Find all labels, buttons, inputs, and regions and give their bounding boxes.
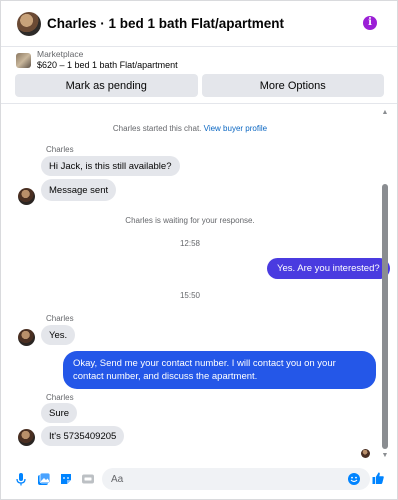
chat-started-notice: Charles started this chat. View buyer pr…: [1, 124, 379, 133]
scrollbar-thumb[interactable]: [382, 184, 388, 449]
message-bubble-incoming[interactable]: Sure: [41, 403, 78, 423]
chat-header: Charles · 1 bed 1 bath Flat/apartment i: [1, 1, 397, 47]
emoji-icon[interactable]: [347, 472, 361, 486]
avatar[interactable]: [18, 188, 35, 205]
gif-icon[interactable]: [81, 472, 95, 486]
message-bubble-incoming[interactable]: Yes.: [41, 325, 76, 345]
listing-item: $620 – 1 bed 1 bath Flat/apartment: [37, 60, 178, 70]
chat-started-text: Charles started this chat.: [112, 124, 202, 133]
sticker-icon[interactable]: [59, 472, 73, 486]
timestamp: 12:58: [179, 239, 201, 248]
listing-bar[interactable]: Marketplace $620 – 1 bed 1 bath Flat/apa…: [1, 47, 397, 73]
message-bubble-incoming[interactable]: Message sent: [41, 179, 117, 201]
info-icon[interactable]: i: [363, 16, 377, 30]
sender-name: Charles: [46, 145, 74, 154]
sender-name: Charles: [46, 393, 74, 402]
avatar[interactable]: [18, 329, 35, 346]
message-bubble-outgoing[interactable]: Okay, Send me your contact number. I wil…: [63, 351, 376, 389]
avatar[interactable]: [17, 11, 41, 36]
message-list[interactable]: Charles started this chat. View buyer pr…: [1, 104, 397, 460]
read-receipt-avatar: [361, 449, 370, 458]
more-options-button[interactable]: More Options: [201, 74, 384, 97]
scroll-up-arrow-icon[interactable]: ▲: [381, 109, 389, 117]
avatar[interactable]: [18, 429, 35, 446]
microphone-icon[interactable]: [14, 472, 28, 486]
message-bubble-outgoing[interactable]: Yes. Are you interested?: [267, 258, 390, 279]
listing-thumbnail: [16, 52, 31, 68]
mark-as-pending-button[interactable]: Mark as pending: [15, 74, 198, 97]
scroll-down-arrow-icon[interactable]: ▼: [381, 452, 389, 460]
waiting-notice: Charles is waiting for your response.: [125, 216, 255, 225]
photo-icon[interactable]: [37, 472, 51, 486]
chat-window: Charles · 1 bed 1 bath Flat/apartment i …: [0, 0, 398, 500]
sender-name: Charles: [46, 314, 74, 323]
view-buyer-profile-link[interactable]: View buyer profile: [204, 124, 267, 133]
listing-source-label: Marketplace: [37, 49, 84, 59]
timestamp: 15:50: [179, 291, 201, 300]
chat-title[interactable]: Charles · 1 bed 1 bath Flat/apartment: [47, 16, 284, 31]
listing-actions: Mark as pending More Options: [15, 74, 384, 97]
listing-text: Marketplace $620 – 1 bed 1 bath Flat/apa…: [37, 49, 178, 71]
message-input[interactable]: [102, 468, 370, 490]
like-icon[interactable]: [371, 471, 385, 485]
message-bubble-incoming[interactable]: It's 5735409205: [41, 426, 125, 446]
message-bubble-incoming[interactable]: Hi Jack, is this still available?: [41, 156, 180, 176]
scrollbar[interactable]: ▲ ▼: [381, 109, 389, 460]
